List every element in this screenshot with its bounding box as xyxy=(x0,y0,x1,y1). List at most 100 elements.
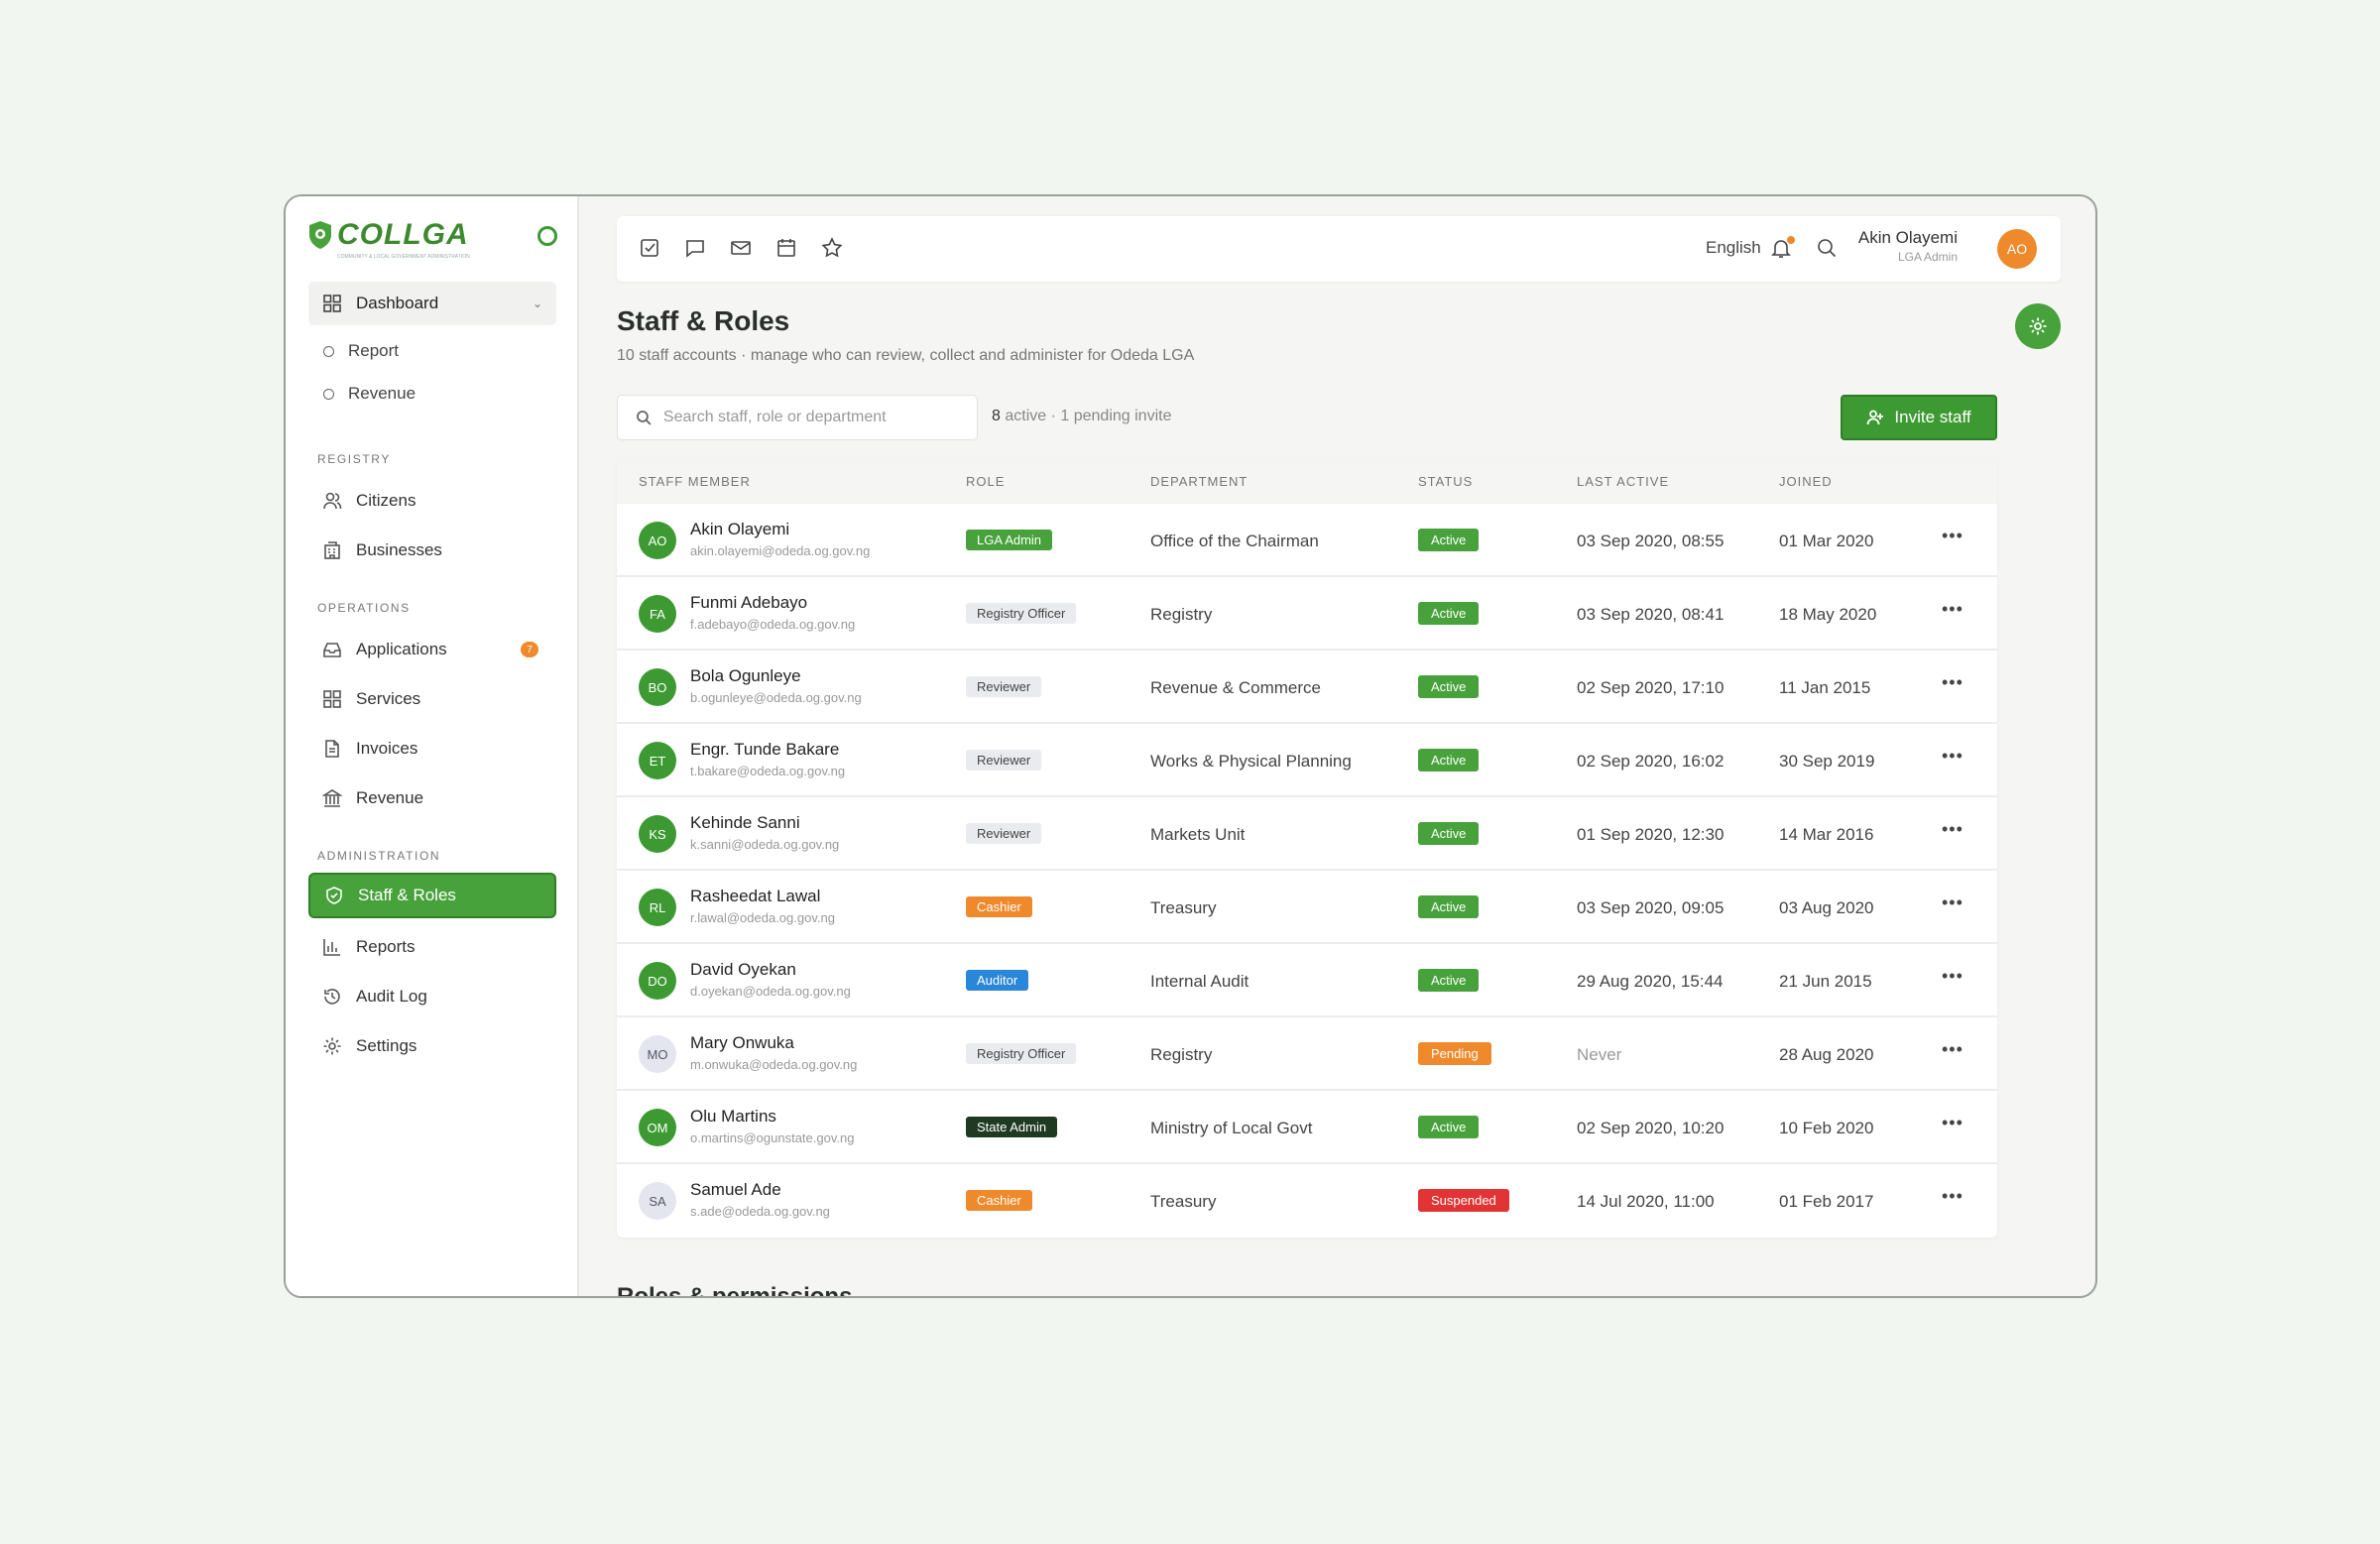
sidebar-item-businesses[interactable]: Businesses xyxy=(308,528,556,573)
joined-date: 30 Sep 2019 xyxy=(1779,752,1875,771)
search-icon xyxy=(1818,239,1837,258)
bank-icon xyxy=(322,789,342,807)
more-options-icon[interactable]: ••• xyxy=(1942,1113,1964,1133)
column-header-status[interactable]: STATUS xyxy=(1418,474,1473,489)
joined-date: 11 Jan 2015 xyxy=(1779,678,1871,697)
star-icon[interactable] xyxy=(821,237,843,259)
more-options-icon[interactable]: ••• xyxy=(1942,672,1964,693)
sidebar-item-audit-log[interactable]: Audit Log xyxy=(308,974,556,1019)
table-row[interactable]: KS Kehinde Sanni k.sanni@odeda.og.gov.ng… xyxy=(617,797,1997,871)
bar-chart-icon xyxy=(323,939,340,956)
staff-counts: 8 active · 1 pending invite xyxy=(992,408,1171,425)
table-row[interactable]: DO David Oyekan d.oyekan@odeda.og.gov.ng… xyxy=(617,944,1997,1017)
shield-logo-icon xyxy=(309,221,331,249)
calendar-icon[interactable] xyxy=(775,237,797,259)
more-options-icon[interactable]: ••• xyxy=(1942,1186,1964,1207)
sidebar-item-label: Dashboard xyxy=(356,294,439,312)
table-row[interactable]: BO Bola Ogunleye b.ogunleye@odeda.og.gov… xyxy=(617,651,1997,724)
staff-table: STAFF MEMBER ROLE DEPARTMENT STATUS LAST… xyxy=(617,458,1997,1238)
more-options-icon[interactable]: ••• xyxy=(1942,966,1964,987)
brand-name: COLLGA xyxy=(337,218,469,251)
notifications-button[interactable] xyxy=(1769,236,1795,265)
table-row[interactable]: MO Mary Onwuka m.onwuka@odeda.og.gov.ng … xyxy=(617,1017,1997,1091)
staff-avatar: DO xyxy=(639,962,676,1000)
table-row[interactable]: RL Rasheedat Lawal r.lawal@odeda.og.gov.… xyxy=(617,871,1997,944)
global-search-button[interactable] xyxy=(1815,236,1839,265)
column-header-department[interactable]: DEPARTMENT xyxy=(1150,474,1248,489)
staff-department: Registry xyxy=(1150,1045,1213,1064)
more-options-icon[interactable]: ••• xyxy=(1942,1039,1964,1060)
table-row[interactable]: FA Funmi Adebayo f.adebayo@odeda.og.gov.… xyxy=(617,577,1997,651)
notification-dot xyxy=(1787,236,1795,244)
sidebar-item-revenue[interactable]: Revenue xyxy=(308,775,556,821)
checkbox-icon[interactable] xyxy=(639,237,660,259)
sidebar-item-staff-roles[interactable]: Staff & Roles xyxy=(308,873,556,918)
user-menu[interactable]: Akin Olayemi LGA Admin xyxy=(1848,228,1958,264)
table-row[interactable]: AO Akin Olayemi akin.olayemi@odeda.og.go… xyxy=(617,504,1997,577)
sidebar-item-label: Businesses xyxy=(356,540,442,559)
staff-name: Mary Onwuka xyxy=(690,1033,794,1052)
status-badge: Active xyxy=(1418,749,1480,772)
mail-icon[interactable] xyxy=(730,237,752,259)
last-active: 02 Sep 2020, 10:20 xyxy=(1577,1119,1725,1137)
staff-department: Markets Unit xyxy=(1150,825,1246,844)
page-settings-button[interactable] xyxy=(2015,303,2061,349)
sidebar-item-dashboard[interactable]: Dashboard ⌄ xyxy=(308,282,556,325)
joined-date: 01 Mar 2020 xyxy=(1779,532,1874,550)
users-icon xyxy=(323,492,342,510)
column-header-joined[interactable]: JOINED xyxy=(1779,474,1833,489)
sidebar-item-services[interactable]: Services xyxy=(308,676,556,722)
last-active: Never xyxy=(1577,1045,1622,1064)
avatar[interactable]: AO xyxy=(1997,229,2037,269)
sidebar-subitem-revenue[interactable]: Revenue xyxy=(323,384,416,404)
more-options-icon[interactable]: ••• xyxy=(1942,819,1964,840)
invite-staff-button[interactable]: Invite staff xyxy=(1841,395,1997,440)
quick-actions xyxy=(639,237,843,259)
sidebar-subitem-report[interactable]: Report xyxy=(323,341,399,361)
more-options-icon[interactable]: ••• xyxy=(1942,746,1964,767)
role-badge: Reviewer xyxy=(966,750,1042,771)
column-header-last-active[interactable]: LAST ACTIVE xyxy=(1577,474,1669,489)
brand-logo[interactable]: COLLGA COMMUNITY & LOCAL GOVERNMENT ADMI… xyxy=(307,218,470,260)
last-active: 03 Sep 2020, 09:05 xyxy=(1577,898,1725,917)
staff-department: Treasury xyxy=(1150,1192,1217,1211)
last-active: 14 Jul 2020, 11:00 xyxy=(1577,1192,1715,1211)
chat-icon[interactable] xyxy=(684,237,706,259)
sidebar-item-applications[interactable]: Applications 7 xyxy=(308,627,556,672)
sidebar-item-settings[interactable]: Settings xyxy=(308,1023,556,1069)
sidebar-item-invoices[interactable]: Invoices xyxy=(308,726,556,772)
section-title-administration: ADMINISTRATION xyxy=(317,849,441,863)
sidebar: COLLGA COMMUNITY & LOCAL GOVERNMENT ADMI… xyxy=(286,196,579,1296)
table-row[interactable]: SA Samuel Ade s.ade@odeda.og.gov.ng Cash… xyxy=(617,1164,1997,1238)
joined-date: 28 Aug 2020 xyxy=(1779,1045,1874,1064)
circle-icon xyxy=(323,388,334,400)
sidebar-item-label: Invoices xyxy=(356,739,418,758)
staff-avatar: BO xyxy=(639,668,676,706)
staff-name: Funmi Adebayo xyxy=(690,593,808,612)
table-row[interactable]: OM Olu Martins o.martins@ogunstate.gov.n… xyxy=(617,1091,1997,1164)
status-badge: Active xyxy=(1418,895,1480,918)
role-badge: Reviewer xyxy=(966,676,1042,697)
building-icon xyxy=(324,541,340,559)
more-options-icon[interactable]: ••• xyxy=(1942,599,1964,620)
shield-icon xyxy=(326,887,342,904)
staff-avatar: ET xyxy=(639,742,676,779)
sidebar-subitem-label: Report xyxy=(348,341,400,360)
staff-avatar: AO xyxy=(639,522,676,559)
sidebar-item-citizens[interactable]: Citizens xyxy=(308,478,556,524)
status-badge: Pending xyxy=(1418,1042,1491,1065)
sidebar-toggle[interactable] xyxy=(537,226,557,246)
top-bar: English Akin Olayemi LGA Admin AO xyxy=(617,216,2061,282)
sidebar-item-reports[interactable]: Reports xyxy=(308,924,556,970)
role-badge: Registry Officer xyxy=(966,1043,1077,1064)
column-header-role[interactable]: ROLE xyxy=(966,474,1005,489)
history-icon xyxy=(324,989,340,1005)
column-header-staff[interactable]: STAFF MEMBER xyxy=(639,474,751,489)
language-selector[interactable]: English xyxy=(1706,238,1761,258)
sidebar-item-label: Audit Log xyxy=(356,987,427,1006)
grid-icon xyxy=(323,295,341,312)
more-options-icon[interactable]: ••• xyxy=(1942,892,1964,913)
table-row[interactable]: ET Engr. Tunde Bakare t.bakare@odeda.og.… xyxy=(617,724,1997,797)
more-options-icon[interactable]: ••• xyxy=(1942,526,1964,546)
search-input[interactable] xyxy=(662,409,959,426)
